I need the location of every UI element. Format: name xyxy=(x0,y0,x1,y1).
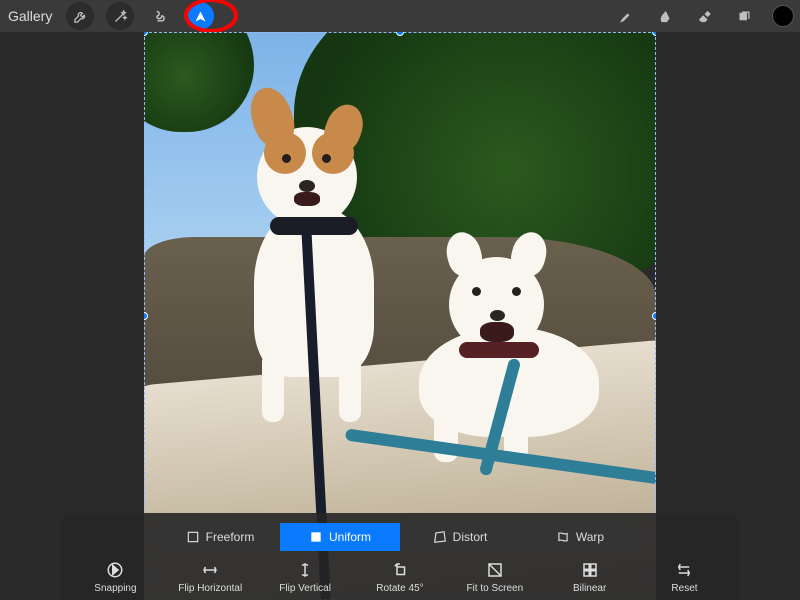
photo-dog-1 xyxy=(264,132,306,174)
wrench-icon[interactable] xyxy=(66,2,94,30)
action-flip-vertical[interactable]: Flip Vertical xyxy=(265,561,345,594)
selection-icon[interactable] xyxy=(146,2,174,30)
gallery-link[interactable]: Gallery xyxy=(8,8,52,24)
photo-dog-2 xyxy=(459,342,539,358)
photo-dog-2 xyxy=(480,322,514,342)
photo-dog-2 xyxy=(512,287,521,296)
action-rotate-45[interactable]: Rotate 45° xyxy=(360,561,440,594)
mode-warp[interactable]: Warp xyxy=(520,523,640,551)
photo-dog-1 xyxy=(339,352,361,422)
mode-label: Freeform xyxy=(206,530,255,544)
photo-dog-1 xyxy=(262,352,284,422)
brush-icon[interactable] xyxy=(610,2,638,30)
mode-label: Warp xyxy=(576,530,604,544)
action-fit-to-screen[interactable]: Fit to Screen xyxy=(455,561,535,594)
action-label: Flip Vertical xyxy=(279,583,331,594)
layers-icon[interactable] xyxy=(730,2,758,30)
action-label: Rotate 45° xyxy=(376,583,423,594)
smudge-icon[interactable] xyxy=(650,2,678,30)
action-flip-horizontal[interactable]: Flip Horizontal xyxy=(170,561,250,594)
mode-label: Uniform xyxy=(329,530,371,544)
topbar: Gallery xyxy=(0,0,800,32)
photo-dog-2 xyxy=(490,310,505,321)
action-label: Fit to Screen xyxy=(466,583,523,594)
photo-dog-2 xyxy=(472,287,481,296)
action-label: Snapping xyxy=(94,583,136,594)
photo-dog-1 xyxy=(322,154,331,163)
mode-uniform[interactable]: Uniform xyxy=(280,523,400,551)
action-snapping[interactable]: Snapping xyxy=(75,561,155,594)
mode-distort[interactable]: Distort xyxy=(400,523,520,551)
mode-label: Distort xyxy=(453,530,488,544)
action-bilinear[interactable]: Bilinear xyxy=(550,561,630,594)
cursor-icon[interactable] xyxy=(186,2,214,30)
transform-actions: Snapping Flip Horizontal Flip Vertical R… xyxy=(68,561,732,594)
color-swatch[interactable] xyxy=(772,5,794,27)
mode-freeform[interactable]: Freeform xyxy=(160,523,280,551)
transform-panel: Freeform Uniform Distort Warp Snapping F… xyxy=(60,513,740,600)
photo-dog-1 xyxy=(282,154,291,163)
action-label: Flip Horizontal xyxy=(178,583,242,594)
action-reset[interactable]: Reset xyxy=(644,561,724,594)
wand-icon[interactable] xyxy=(106,2,134,30)
photo-dog-1 xyxy=(270,217,358,235)
transform-mode-pill: Freeform Uniform Distort Warp xyxy=(160,523,640,551)
action-label: Bilinear xyxy=(573,583,606,594)
photo-dog-1 xyxy=(312,132,354,174)
action-label: Reset xyxy=(671,583,697,594)
eraser-icon[interactable] xyxy=(690,2,718,30)
photo-dog-1 xyxy=(294,192,320,206)
photo-dog-1 xyxy=(299,180,315,192)
